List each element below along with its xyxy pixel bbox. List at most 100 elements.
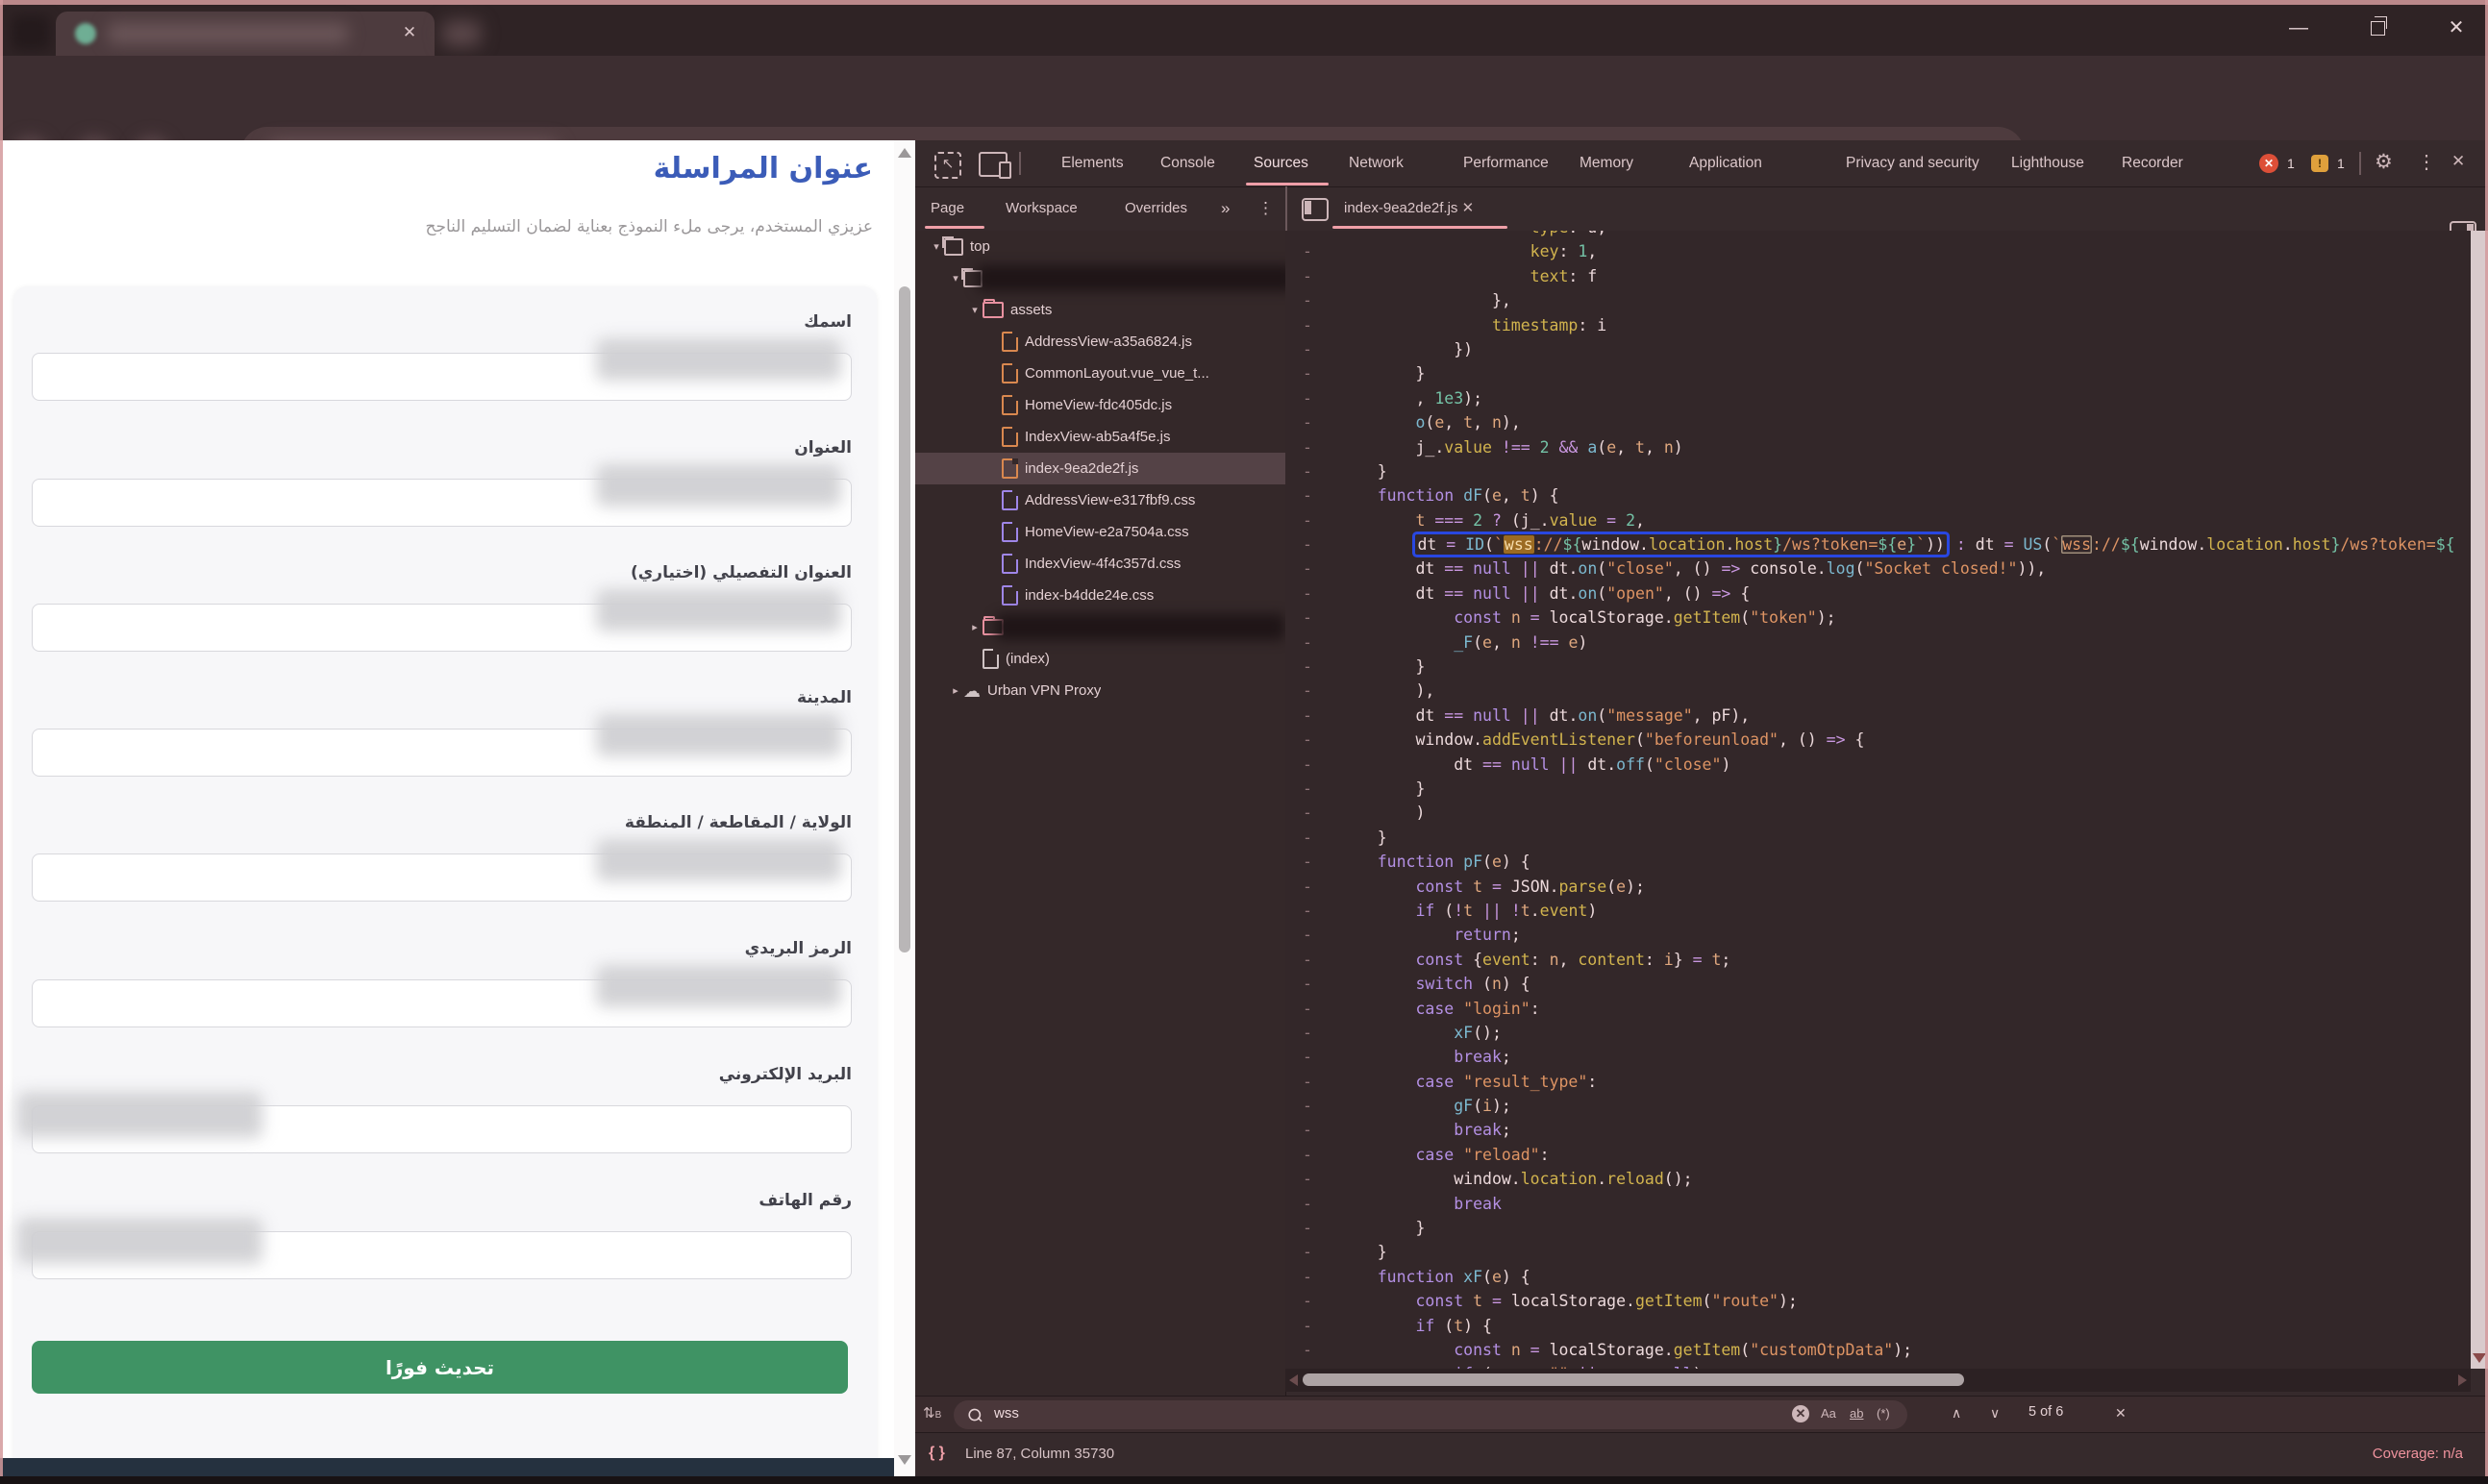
gutter-marker[interactable]: - — [1303, 1240, 1312, 1264]
gutter-marker[interactable]: - — [1303, 532, 1312, 556]
gutter-marker[interactable]: - — [1303, 1362, 1312, 1369]
code-line[interactable]: - window.location.reload(); — [1285, 1167, 2471, 1191]
gutter-marker[interactable]: - — [1303, 1143, 1312, 1167]
code-line[interactable]: - break — [1285, 1192, 2471, 1216]
gutter-marker[interactable]: - — [1303, 337, 1312, 361]
code-line[interactable]: - t === 2 ? (j_.value = 2, — [1285, 508, 2471, 532]
code-line[interactable]: - } — [1285, 655, 2471, 679]
code-line[interactable]: - const {event: n, content: i} = t; — [1285, 948, 2471, 972]
tree-item-indexview-ab5a4f5e-js[interactable]: IndexView-ab5a4f5e.js — [915, 421, 1285, 453]
pretty-print-icon[interactable]: { } — [929, 1445, 945, 1462]
gutter-marker[interactable]: - — [1303, 1070, 1312, 1094]
tree-item-index-9ea2de2f-js[interactable]: index-9ea2de2f.js — [915, 453, 1285, 484]
gutter-marker[interactable]: - — [1303, 231, 1312, 239]
gutter-marker[interactable]: - — [1303, 997, 1312, 1021]
gutter-marker[interactable]: - — [1303, 826, 1312, 850]
match-case-button[interactable]: Aa — [1821, 1406, 1836, 1421]
devtools-tab-application[interactable]: Application — [1689, 140, 1762, 186]
code-line[interactable]: - if (t) { — [1285, 1314, 2471, 1338]
devtools-tab-privacy-and-security[interactable]: Privacy and security — [1846, 140, 1979, 186]
code-editor[interactable]: - type: u,- key: 1,- text: f- },- timest… — [1285, 231, 2471, 1369]
sources-subtab-workspace[interactable]: Workspace — [1006, 186, 1078, 231]
file-tab[interactable]: index-9ea2de2f.js ✕ — [1344, 186, 1478, 231]
gutter-marker[interactable]: - — [1303, 1192, 1312, 1216]
settings-gear-icon[interactable]: ⚙ — [2375, 150, 2393, 174]
code-line[interactable]: - function dF(e, t) { — [1285, 483, 2471, 507]
gutter-marker[interactable]: - — [1303, 728, 1312, 752]
sources-subtab-overrides[interactable]: Overrides — [1125, 186, 1187, 231]
code-line[interactable]: - if (n === "" || n == null) — [1285, 1362, 2471, 1369]
code-line[interactable]: - return; — [1285, 923, 2471, 947]
device-toolbar-icon[interactable] — [979, 152, 1011, 179]
gutter-marker[interactable]: - — [1303, 410, 1312, 434]
gutter-marker[interactable]: - — [1303, 801, 1312, 825]
toggle-navigator-icon[interactable] — [1302, 198, 1329, 221]
update-now-button[interactable]: تحديث فورًا — [32, 1341, 848, 1394]
gutter-marker[interactable]: - — [1303, 1118, 1312, 1142]
more-tabs-chevron-icon[interactable]: » — [1221, 186, 1230, 231]
code-line[interactable]: - switch (n) { — [1285, 972, 2471, 996]
code-line[interactable]: - break; — [1285, 1118, 2471, 1142]
code-line[interactable]: - type: u, — [1285, 231, 2471, 239]
sources-subtab-page[interactable]: Page — [931, 186, 964, 231]
code-line[interactable]: - } — [1285, 361, 2471, 385]
horizontal-scrollbar-thumb[interactable] — [1303, 1373, 1964, 1386]
editor-horizontal-scrollbar[interactable] — [1285, 1369, 2471, 1392]
gutter-marker[interactable]: - — [1303, 1338, 1312, 1362]
code-line[interactable]: - case "login": — [1285, 997, 2471, 1021]
code-line[interactable]: - dt == null || dt.on("message", pF), — [1285, 704, 2471, 728]
browser-tab[interactable]: ✕ — [56, 12, 435, 56]
tree-item-top[interactable]: ▾ top — [915, 231, 1285, 262]
code-line[interactable]: - xF(); — [1285, 1021, 2471, 1045]
gutter-marker[interactable]: - — [1303, 923, 1312, 947]
window-close-button[interactable]: ✕ — [2440, 13, 2473, 42]
code-line[interactable]: - } — [1285, 826, 2471, 850]
tree-item-redacted[interactable]: ▾ — [915, 262, 1285, 294]
inspect-element-icon[interactable]: ↖ — [934, 152, 961, 179]
gutter-marker[interactable]: - — [1303, 581, 1312, 606]
tree-item-urban-vpn-proxy[interactable]: ▸ ☁ Urban VPN Proxy — [915, 675, 1285, 706]
gutter-marker[interactable]: - — [1303, 1021, 1312, 1045]
code-line[interactable]: - ) — [1285, 801, 2471, 825]
whole-word-button[interactable]: ab — [1850, 1406, 1863, 1421]
gutter-marker[interactable]: - — [1303, 459, 1312, 483]
scroll-down-arrow-icon[interactable] — [898, 1455, 911, 1465]
code-line[interactable]: - if (!t || !t.event) — [1285, 899, 2471, 923]
code-line[interactable]: - const n = localStorage.getItem("token"… — [1285, 606, 2471, 630]
tree-expand-arrow-icon[interactable]: ▸ — [967, 621, 983, 633]
find-next-icon[interactable]: ∨ — [1990, 1405, 2000, 1422]
devtools-kebab-icon[interactable]: ⋮ — [2417, 150, 2436, 174]
tree-item-addressview-a35a6824-js[interactable]: AddressView-a35a6824.js — [915, 326, 1285, 358]
code-line[interactable]: - break; — [1285, 1045, 2471, 1069]
file-tab-close-icon[interactable]: ✕ — [1462, 200, 1475, 216]
gutter-marker[interactable]: - — [1303, 1314, 1312, 1338]
scroll-right-arrow-icon[interactable] — [2458, 1374, 2467, 1386]
code-line[interactable]: - j_.value !== 2 && a(e, t, n) — [1285, 435, 2471, 459]
gutter-marker[interactable]: - — [1303, 483, 1312, 507]
error-badge-icon[interactable]: ✕ — [2259, 154, 2278, 173]
code-line[interactable]: - } — [1285, 777, 2471, 801]
code-line[interactable]: - function pF(e) { — [1285, 850, 2471, 874]
scroll-up-arrow-icon[interactable] — [898, 148, 911, 158]
code-line[interactable]: - } — [1285, 1240, 2471, 1264]
devtools-tab-lighthouse[interactable]: Lighthouse — [2011, 140, 2084, 186]
code-line[interactable]: - } — [1285, 1216, 2471, 1240]
gutter-marker[interactable]: - — [1303, 631, 1312, 655]
gutter-marker[interactable]: - — [1303, 850, 1312, 874]
gutter-marker[interactable]: - — [1303, 606, 1312, 630]
devtools-tab-console[interactable]: Console — [1160, 140, 1215, 186]
search-mode-icon[interactable]: ⇅B — [923, 1404, 941, 1422]
code-line[interactable]: - gF(i); — [1285, 1094, 2471, 1118]
tree-expand-arrow-icon[interactable]: ▸ — [948, 684, 963, 697]
gutter-marker[interactable]: - — [1303, 288, 1312, 312]
gutter-marker[interactable]: - — [1303, 753, 1312, 777]
gutter-marker[interactable]: - — [1303, 875, 1312, 899]
gutter-marker[interactable]: - — [1303, 777, 1312, 801]
devtools-close-icon[interactable]: ✕ — [2451, 152, 2465, 171]
gutter-marker[interactable]: - — [1303, 1167, 1312, 1191]
gutter-marker[interactable]: - — [1303, 508, 1312, 532]
devtools-tab-recorder[interactable]: Recorder — [2122, 140, 2183, 186]
code-line[interactable]: - const n = localStorage.getItem("custom… — [1285, 1338, 2471, 1362]
gutter-marker[interactable]: - — [1303, 655, 1312, 679]
clear-search-icon[interactable]: ✕ — [1792, 1405, 1809, 1422]
